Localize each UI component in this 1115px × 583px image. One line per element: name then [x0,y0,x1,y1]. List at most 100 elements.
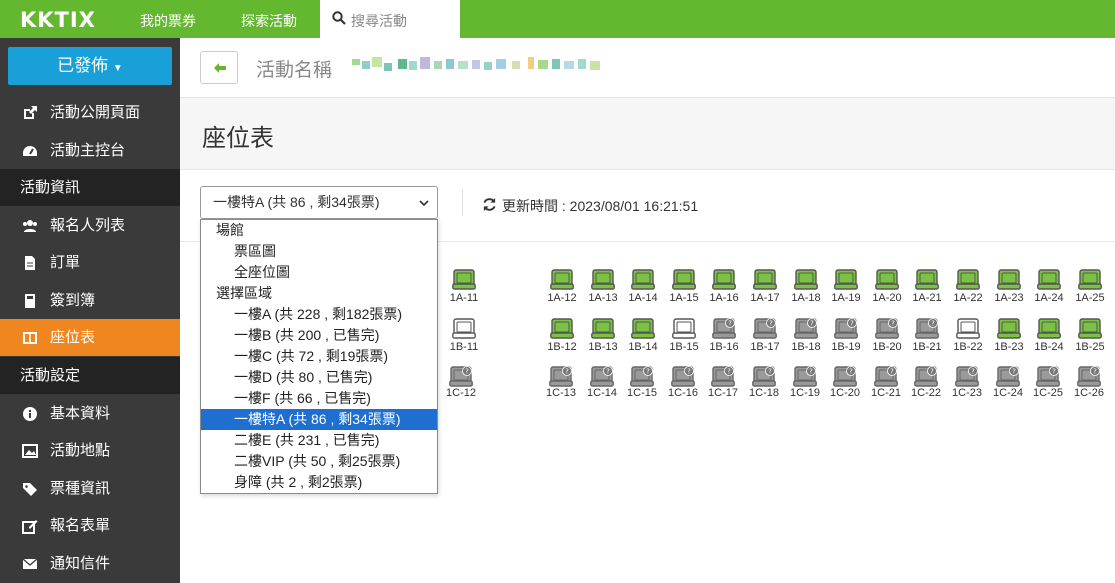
seat-icon: ? [794,318,818,339]
seat-icon: ? [711,366,735,387]
seat-1C-25[interactable]: ? 1C-25 [1033,366,1063,404]
sidebar-item-orders[interactable]: 訂單 [0,244,180,281]
seat-1C-21[interactable]: ? 1C-21 [871,366,901,404]
refresh-icon [483,197,496,212]
seat-1A-14[interactable]: 1A-14 [628,269,658,307]
dropdown-option[interactable]: 一樓C (共 72 , 剩19張票) [201,346,437,367]
seat-1A-18[interactable]: 1A-18 [791,269,821,307]
seat-label: 1A-23 [994,292,1024,304]
search-input[interactable]: 搜尋活動 [320,0,460,38]
seat-1A-21[interactable]: 1A-21 [912,269,942,307]
seat-1C-20[interactable]: ? 1C-20 [830,366,860,404]
dropdown-option[interactable]: 一樓A (共 228 , 剩182張票) [201,304,437,325]
seat-1C-22[interactable]: ? 1C-22 [911,366,941,404]
seat-1A-24[interactable]: 1A-24 [1034,269,1064,307]
envelope-icon [22,558,38,569]
seat-1C-26[interactable]: ? 1C-26 [1074,366,1104,404]
svg-text:?: ? [687,368,691,376]
chevron-down-icon [419,200,429,207]
seat-1B-25[interactable]: 1B-25 [1075,318,1105,356]
seat-1A-17[interactable]: 1A-17 [750,269,780,307]
seat-1A-11[interactable]: 1A-11 [450,269,478,307]
seat-1C-18[interactable]: ? 1C-18 [749,366,779,404]
dropdown-option[interactable]: 二樓VIP (共 50 , 剩25張票) [201,451,437,472]
publish-status-button[interactable]: 已發佈 ▼ [8,47,172,85]
sidebar-item-registration-form[interactable]: 報名表單 [0,507,180,544]
seat-icon [550,269,574,290]
sidebar-item-ticket-types[interactable]: 票種資訊 [0,470,180,507]
seat-1C-24[interactable]: ? 1C-24 [993,366,1023,404]
svg-text:?: ? [810,320,814,328]
sidebar-item-dashboard[interactable]: 活動主控台 [0,132,180,169]
tags-icon [23,483,37,496]
seat-1B-19[interactable]: ? 1B-19 [831,318,861,356]
seat-1B-23[interactable]: 1B-23 [994,318,1024,356]
sidebar-item-seat-map[interactable]: 座位表 [0,319,180,356]
external-link-icon [24,106,37,119]
dropdown-option[interactable]: 全座位圖 [201,262,437,283]
seat-1A-20[interactable]: 1A-20 [872,269,902,307]
seat-1C-17[interactable]: ? 1C-17 [708,366,738,404]
nav-explore-events[interactable]: 探索活動 [241,11,297,31]
seat-1A-16[interactable]: 1A-16 [709,269,739,307]
seat-1C-14[interactable]: ? 1C-14 [587,366,617,404]
back-button[interactable] [200,51,238,84]
seat-label: 1C-23 [952,387,982,399]
seat-1B-20[interactable]: ? 1B-20 [872,318,902,356]
svg-text:?: ? [768,368,772,376]
kktix-logo[interactable]: KKTIX [20,8,96,32]
dropdown-option[interactable]: 身障 (共 2 , 剩2張票) [201,472,437,493]
seat-1B-24[interactable]: 1B-24 [1034,318,1064,356]
dropdown-option[interactable]: 票區圖 [201,241,437,262]
nav-my-tickets[interactable]: 我的票券 [140,11,196,31]
seat-1B-22[interactable]: 1B-22 [953,318,983,356]
dropdown-option[interactable]: 一樓D (共 80 , 已售完) [201,367,437,388]
sidebar-item-notification-email[interactable]: 通知信件 [0,545,180,582]
dropdown-option[interactable]: 一樓F (共 66 , 已售完) [201,388,437,409]
sidebar-item-checkin[interactable]: 簽到簿 [0,282,180,319]
dropdown-option[interactable]: 一樓B (共 200 , 已售完) [201,325,437,346]
seat-icon [1078,269,1102,290]
seat-icon [1037,318,1061,339]
seat-1B-17[interactable]: ? 1B-17 [750,318,780,356]
seat-1A-19[interactable]: 1A-19 [831,269,861,307]
seat-1B-12[interactable]: 1B-12 [547,318,577,356]
seat-icon [997,269,1021,290]
seat-label: 1C-18 [749,387,779,399]
seat-1C-12[interactable]: ? 1C-12 [446,366,476,404]
dropdown-option[interactable]: 一樓特A (共 86 , 剩34張票) [201,409,437,430]
seat-icon [753,269,777,290]
seat-1B-11[interactable]: 1B-11 [450,318,478,356]
seat-1A-23[interactable]: 1A-23 [994,269,1024,307]
seat-1C-23[interactable]: ? 1C-23 [952,366,982,404]
sidebar-item-basic-info[interactable]: 基本資料 [0,395,180,432]
seat-1A-15[interactable]: 1A-15 [669,269,699,307]
seat-label: 1C-22 [911,387,941,399]
seat-1C-15[interactable]: ? 1C-15 [627,366,657,404]
seat-1A-25[interactable]: 1A-25 [1075,269,1105,307]
svg-text:?: ? [930,368,934,376]
seat-1C-19[interactable]: ? 1C-19 [790,366,820,404]
dropdown-option[interactable]: 二樓E (共 231 , 已售完) [201,430,437,451]
seat-1B-21[interactable]: ? 1B-21 [912,318,942,356]
seat-1B-18[interactable]: ? 1B-18 [791,318,821,356]
sidebar-item-public-page[interactable]: 活動公開頁面 [0,94,180,131]
dropdown-group-label: 選擇區域 [216,285,272,301]
seat-1C-16[interactable]: ? 1C-16 [668,366,698,404]
seat-label: 1B-20 [872,341,902,353]
seat-1A-13[interactable]: 1A-13 [588,269,618,307]
seat-1B-15[interactable]: 1B-15 [669,318,699,356]
area-select[interactable]: 一樓特A (共 86 , 剩34張票) [200,186,438,219]
seat-1B-14[interactable]: 1B-14 [628,318,658,356]
caret-down-icon: ▼ [112,63,123,74]
seat-1B-13[interactable]: 1B-13 [588,318,618,356]
arrow-left-icon [214,63,226,73]
seat-1A-12[interactable]: 1A-12 [547,269,577,307]
seat-1A-22[interactable]: 1A-22 [953,269,983,307]
sidebar-item-attendees[interactable]: 報名人列表 [0,207,180,244]
seat-icon [672,318,696,339]
sidebar-item-venue[interactable]: 活動地點 [0,432,180,469]
seat-1C-13[interactable]: ? 1C-13 [546,366,576,404]
event-name-pixelated [352,57,600,71]
seat-1B-16[interactable]: ? 1B-16 [709,318,739,356]
